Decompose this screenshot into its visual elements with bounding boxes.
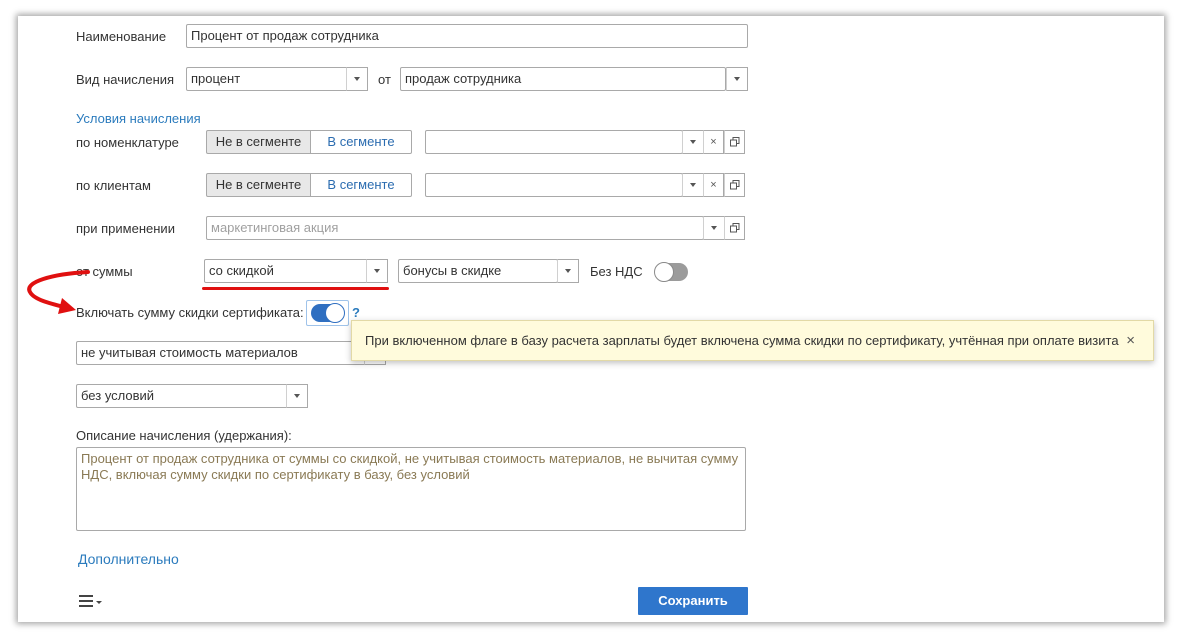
help-tooltip: При включенном флаге в базу расчета зарп… <box>351 320 1154 361</box>
nomenclature-label: по номенклатуре <box>76 135 179 150</box>
nomenclature-not-in-segment-button[interactable]: Не в сегменте <box>206 130 311 154</box>
vat-toggle[interactable] <box>654 262 688 282</box>
certificate-toggle[interactable] <box>311 303 345 323</box>
clients-segment-input[interactable] <box>425 173 683 197</box>
form-window: Наименование Процент от продаж сотрудник… <box>18 16 1164 622</box>
materials-value: не учитывая стоимость материалов <box>81 345 298 360</box>
from-dropdown-button[interactable] <box>726 67 748 91</box>
conditions-select[interactable]: без условий <box>76 384 288 408</box>
bonus-select[interactable]: бонусы в скидке <box>398 259 558 283</box>
name-input[interactable]: Процент от продаж сотрудника <box>186 24 748 48</box>
help-question-icon[interactable]: ? <box>352 305 360 320</box>
chevron-down-icon <box>711 226 717 230</box>
name-label: Наименование <box>76 29 167 44</box>
accrual-type-label: Вид начисления <box>76 72 175 87</box>
clients-label: по клиентам <box>76 178 151 193</box>
accrual-type-select[interactable]: процент <box>186 67 348 91</box>
chevron-down-icon <box>374 269 380 273</box>
marketing-action-placeholder: маркетинговая акция <box>211 220 339 235</box>
close-icon: × <box>710 136 717 148</box>
from-label: от <box>378 72 391 87</box>
chevron-down-icon <box>565 269 571 273</box>
clients-in-segment-button[interactable]: В сегменте <box>311 173 412 197</box>
conditions-value: без условий <box>81 388 155 403</box>
clients-not-in-segment-button[interactable]: Не в сегменте <box>206 173 311 197</box>
chevron-down-icon <box>354 77 360 81</box>
nomenclature-segment-input[interactable] <box>425 130 683 154</box>
open-window-icon <box>729 137 739 147</box>
certificate-label: Включать сумму скидки сертификата: <box>76 305 304 320</box>
sum-value: со скидкой <box>209 263 274 278</box>
marketing-action-dropdown-button[interactable] <box>703 216 725 240</box>
marketing-action-input[interactable]: маркетинговая акция <box>206 216 704 240</box>
nomenclature-in-segment-button[interactable]: В сегменте <box>311 130 412 154</box>
more-menu-button[interactable] <box>78 592 106 610</box>
annotation-underline <box>202 287 389 290</box>
sum-select[interactable]: со скидкой <box>204 259 368 283</box>
bonus-dropdown-button[interactable] <box>557 259 579 283</box>
certificate-toggle-knob <box>325 303 345 323</box>
accrual-type-dropdown-button[interactable] <box>346 67 368 91</box>
vat-label: Без НДС <box>590 264 643 279</box>
help-tooltip-text: При включенном флаге в базу расчета зарп… <box>365 333 1119 348</box>
clients-dropdown-button[interactable] <box>682 173 704 197</box>
application-label: при применении <box>76 221 175 236</box>
open-window-icon <box>729 180 739 190</box>
chevron-down-icon <box>690 140 696 144</box>
vat-toggle-knob <box>654 262 674 282</box>
open-window-icon <box>729 223 739 233</box>
chevron-down-icon <box>690 183 696 187</box>
bonus-value: бонусы в скидке <box>403 263 502 278</box>
chevron-down-icon <box>294 394 300 398</box>
nomenclature-dropdown-button[interactable] <box>682 130 704 154</box>
close-icon: × <box>710 179 717 191</box>
sum-dropdown-button[interactable] <box>366 259 388 283</box>
from-select[interactable]: продаж сотрудника <box>400 67 726 91</box>
name-input-value: Процент от продаж сотрудника <box>191 28 379 43</box>
chevron-down-icon <box>734 77 740 81</box>
conditions-header: Условия начисления <box>76 111 201 126</box>
marketing-action-open-button[interactable] <box>724 216 745 240</box>
additional-link[interactable]: Дополнительно <box>78 551 179 567</box>
description-textarea[interactable]: Процент от продаж сотрудника от суммы со… <box>76 447 746 531</box>
save-button[interactable]: Сохранить <box>638 587 748 615</box>
conditions-dropdown-button[interactable] <box>286 384 308 408</box>
clients-clear-button[interactable]: × <box>703 173 724 197</box>
from-value: продаж сотрудника <box>405 71 522 86</box>
accrual-type-value: процент <box>191 71 241 86</box>
tooltip-close-icon[interactable]: × <box>1126 321 1135 361</box>
hamburger-menu-icon <box>79 595 102 607</box>
clients-open-button[interactable] <box>724 173 745 197</box>
nomenclature-clear-button[interactable]: × <box>703 130 724 154</box>
materials-select[interactable]: не учитывая стоимость материалов <box>76 341 366 365</box>
nomenclature-open-button[interactable] <box>724 130 745 154</box>
description-label: Описание начисления (удержания): <box>76 428 292 443</box>
